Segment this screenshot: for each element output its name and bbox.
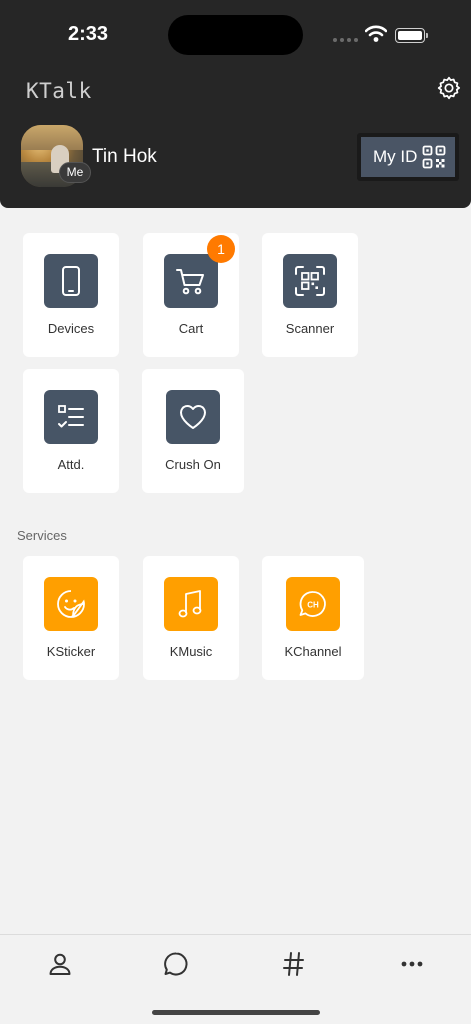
qr-code-icon <box>422 145 446 169</box>
nav-more[interactable] <box>397 949 427 979</box>
channel-chat-icon: CH <box>286 577 340 631</box>
nav-channels[interactable] <box>279 949 309 979</box>
hashtag-icon <box>283 952 304 976</box>
signal-icon <box>333 38 358 42</box>
channel-icon-text: CH <box>307 601 319 610</box>
music-note-icon <box>164 577 218 631</box>
user-name[interactable]: Tin Hok <box>92 146 157 168</box>
qr-scan-icon <box>283 254 337 308</box>
service-label: KMusic <box>169 644 213 659</box>
wifi-icon <box>365 25 387 42</box>
my-id-label: My ID <box>373 147 418 166</box>
heart-icon <box>166 390 220 444</box>
person-icon <box>49 953 71 975</box>
services-title: Services <box>17 528 67 543</box>
service-kchannel[interactable]: CH KChannel <box>262 556 364 680</box>
nav-profile[interactable] <box>45 949 75 979</box>
my-id-button[interactable]: My ID <box>357 133 459 181</box>
cart-badge: 1 <box>207 235 235 263</box>
service-kmusic[interactable]: KMusic <box>143 556 239 680</box>
dynamic-island <box>168 15 303 55</box>
phone-icon <box>44 254 98 308</box>
status-time: 2:33 <box>68 23 109 45</box>
service-label: KChannel <box>284 644 342 659</box>
checklist-icon <box>44 390 98 444</box>
nav-chats[interactable] <box>161 949 191 979</box>
tile-label: Devices <box>47 321 95 336</box>
more-dots-icon <box>401 961 423 967</box>
tile-label: Attd. <box>57 457 85 472</box>
app-title: KTalk <box>26 79 92 103</box>
header: 2:33 KTalk Me Tin Hok My ID <box>0 0 471 208</box>
tile-label: Scanner <box>285 321 335 336</box>
chat-bubble-icon <box>164 952 188 976</box>
gear-icon[interactable] <box>436 75 462 101</box>
tile-devices[interactable]: Devices <box>23 233 119 357</box>
tile-attendance[interactable]: Attd. <box>23 369 119 493</box>
battery-icon <box>395 28 428 43</box>
tile-label: Crush On <box>165 457 221 472</box>
tile-label: Cart <box>178 321 204 336</box>
me-badge: Me <box>59 162 91 183</box>
home-indicator <box>152 1010 320 1015</box>
cart-icon <box>164 254 218 308</box>
service-label: KSticker <box>46 644 96 659</box>
tile-crush-on[interactable]: Crush On <box>142 369 244 493</box>
sticker-icon <box>44 577 98 631</box>
tile-scanner[interactable]: Scanner <box>262 233 358 357</box>
service-ksticker[interactable]: KSticker <box>23 556 119 680</box>
